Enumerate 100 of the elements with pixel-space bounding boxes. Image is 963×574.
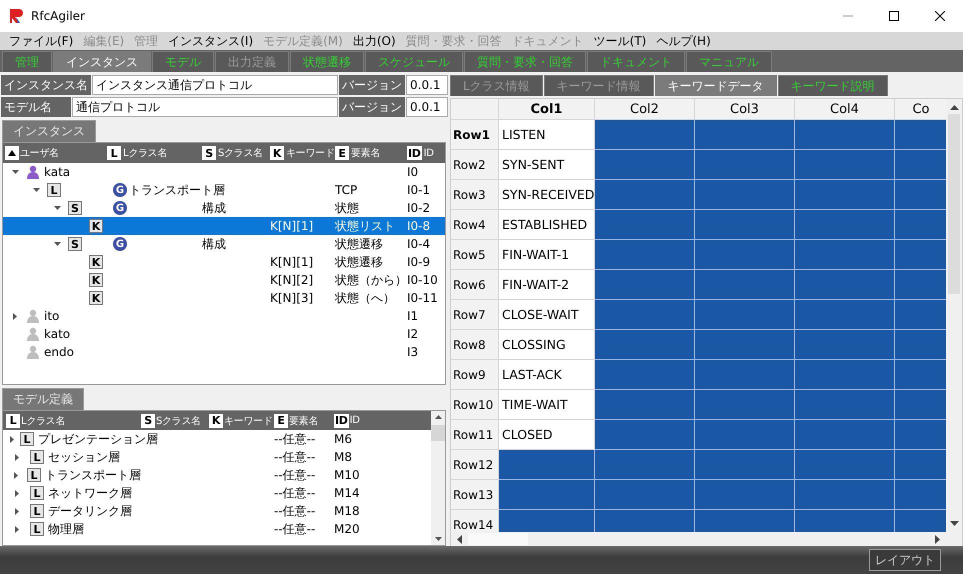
scroll-up-arrow-icon[interactable]: [950, 105, 958, 110]
scrollbar-thumb[interactable]: [431, 425, 445, 441]
selected-cell[interactable]: [695, 150, 795, 180]
selected-cell[interactable]: [795, 510, 895, 532]
column-header[interactable]: Col4: [795, 99, 895, 120]
menu-item[interactable]: インスタンス(I): [163, 32, 258, 50]
scroll-right-arrow-icon[interactable]: [935, 534, 940, 544]
tab[interactable]: キーワードデータ: [654, 75, 777, 96]
column-header[interactable]: ID: [424, 148, 434, 158]
selected-cell[interactable]: [595, 390, 695, 420]
selected-cell[interactable]: [695, 240, 795, 270]
selected-cell[interactable]: [895, 420, 946, 450]
row-header[interactable]: Row1: [451, 120, 499, 150]
scroll-left-arrow-icon[interactable]: [457, 534, 462, 544]
selected-cell[interactable]: [499, 450, 595, 480]
text-field[interactable]: 0.0.1: [406, 75, 448, 95]
selected-cell[interactable]: [695, 420, 795, 450]
selected-cell[interactable]: [695, 120, 795, 150]
selected-cell[interactable]: [695, 210, 795, 240]
column-header[interactable]: Col3: [695, 99, 795, 120]
selected-cell[interactable]: [795, 270, 895, 300]
column-header[interactable]: Sクラス名: [218, 146, 263, 160]
menu-item[interactable]: ツール(T): [588, 32, 652, 50]
tab[interactable]: 管理: [2, 51, 52, 72]
selected-cell[interactable]: [695, 270, 795, 300]
table-cell[interactable]: CLOSE-WAIT: [499, 300, 595, 330]
row-header[interactable]: Row12: [451, 450, 499, 480]
selected-cell[interactable]: [895, 510, 946, 532]
row-header[interactable]: Row7: [451, 300, 499, 330]
column-header[interactable]: ID: [350, 415, 360, 426]
selected-cell[interactable]: [795, 240, 895, 270]
column-header[interactable]: ユーザ名: [20, 146, 59, 160]
selected-cell[interactable]: [795, 450, 895, 480]
selected-cell[interactable]: [795, 420, 895, 450]
selected-cell[interactable]: [595, 420, 695, 450]
column-header[interactable]: キーワード: [286, 146, 335, 160]
list-cell[interactable]: データリンク層: [48, 502, 132, 520]
row-header[interactable]: Row3: [451, 180, 499, 210]
selected-cell[interactable]: [895, 240, 946, 270]
row-header[interactable]: Row8: [451, 330, 499, 360]
close-icon[interactable]: [935, 11, 945, 21]
selected-cell[interactable]: [795, 390, 895, 420]
column-header[interactable]: 要素名: [289, 414, 318, 428]
column-header[interactable]: Co: [895, 99, 946, 120]
list-cell[interactable]: 物理層: [48, 520, 84, 538]
row-header[interactable]: Row6: [451, 270, 499, 300]
table-cell[interactable]: CLOSSING: [499, 330, 595, 360]
row-header[interactable]: Row5: [451, 240, 499, 270]
list-cell[interactable]: プレゼンテーション層: [38, 430, 158, 448]
user-name[interactable]: kata: [44, 165, 70, 179]
menu-item[interactable]: ヘルプ(H): [651, 32, 716, 50]
selected-cell[interactable]: [895, 270, 946, 300]
selected-cell[interactable]: [595, 270, 695, 300]
selected-cell[interactable]: [795, 480, 895, 510]
column-header[interactable]: Col2: [595, 99, 695, 120]
column-header[interactable]: Col1: [499, 99, 595, 120]
selected-cell[interactable]: [595, 180, 695, 210]
selected-tree-row[interactable]: K K[N][1] 状態リスト I0-8: [3, 217, 445, 235]
table-cell[interactable]: ESTABLISHED: [499, 210, 595, 240]
text-field[interactable]: 0.0.1: [406, 97, 448, 117]
selected-cell[interactable]: [695, 180, 795, 210]
selected-cell[interactable]: [795, 300, 895, 330]
tab[interactable]: インスタンス: [53, 51, 151, 72]
row-header[interactable]: Row10: [451, 390, 499, 420]
table-cell[interactable]: CLOSED: [499, 420, 595, 450]
table-cell[interactable]: FIN-WAIT-2: [499, 270, 595, 300]
tab[interactable]: インスタンス: [2, 120, 96, 142]
row-header[interactable]: Row11: [451, 420, 499, 450]
selected-cell[interactable]: [695, 480, 795, 510]
selected-cell[interactable]: [895, 120, 946, 150]
table-cell[interactable]: SYN-SENT: [499, 150, 595, 180]
column-header[interactable]: キーワード: [224, 414, 273, 428]
selected-cell[interactable]: [695, 510, 795, 532]
menu-item[interactable]: ファイル(F): [4, 32, 78, 50]
selected-cell[interactable]: [795, 150, 895, 180]
selected-cell[interactable]: [595, 480, 695, 510]
table-cell[interactable]: TIME-WAIT: [499, 390, 595, 420]
selected-cell[interactable]: [595, 360, 695, 390]
selected-cell[interactable]: [695, 360, 795, 390]
row-header[interactable]: Row2: [451, 150, 499, 180]
table-cell[interactable]: SYN-RECEIVED: [499, 180, 595, 210]
selected-cell[interactable]: [595, 120, 695, 150]
text-field[interactable]: インスタンス通信プロトコル: [92, 75, 338, 95]
selected-cell[interactable]: [499, 510, 595, 532]
selected-cell[interactable]: [595, 450, 695, 480]
list-cell[interactable]: ネットワーク層: [48, 484, 132, 502]
column-header[interactable]: Lクラス名: [21, 414, 66, 428]
selected-cell[interactable]: [895, 330, 946, 360]
tab[interactable]: モデル定義: [2, 388, 84, 410]
user-name[interactable]: endo: [44, 345, 74, 359]
sort-icon[interactable]: [5, 146, 19, 160]
selected-cell[interactable]: [895, 480, 946, 510]
user-name[interactable]: ito: [44, 309, 60, 323]
selected-cell[interactable]: [895, 450, 946, 480]
selected-cell[interactable]: [895, 390, 946, 420]
selected-cell[interactable]: [595, 150, 695, 180]
table-cell[interactable]: LAST-ACK: [499, 360, 595, 390]
selected-cell[interactable]: [595, 510, 695, 532]
text-field[interactable]: 通信プロトコル: [72, 97, 338, 117]
menu-item[interactable]: 出力(O): [348, 32, 401, 50]
